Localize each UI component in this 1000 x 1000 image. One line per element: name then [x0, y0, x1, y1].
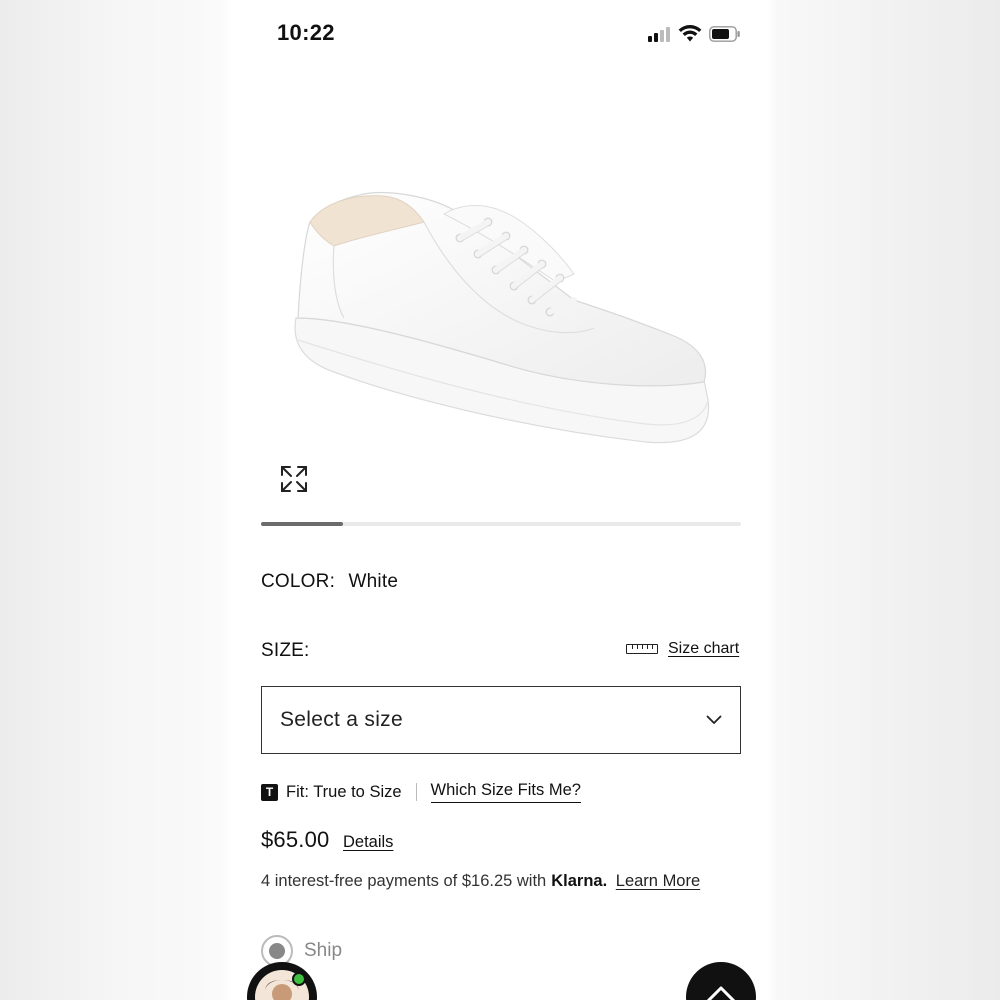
- chevron-down-icon: [706, 715, 722, 724]
- price-details-link[interactable]: Details: [343, 833, 393, 852]
- klarna-installments: 4 interest-free payments of $16.25 with K…: [261, 872, 700, 891]
- color-label: COLOR:: [261, 571, 336, 592]
- carousel-progress-fill: [261, 522, 343, 526]
- klarna-logo: Klarna.: [551, 872, 608, 890]
- chevron-up-icon: [706, 986, 736, 1000]
- product-price: $65.00: [261, 827, 330, 852]
- phone-screen: 10:22 COLOR: White SIZE: Size chart Sele…: [234, 0, 768, 1000]
- status-bar: 10:22: [234, 0, 768, 70]
- wifi-icon: [678, 25, 702, 42]
- status-time: 10:22: [277, 20, 335, 45]
- size-label: SIZE:: [261, 640, 310, 661]
- ruler-icon: [626, 644, 658, 654]
- agent-avatar-icon: [255, 970, 309, 1000]
- fit-info: T Fit: True to Size Which Size Fits Me?: [261, 781, 581, 803]
- fit-text: Fit: True to Size: [286, 782, 402, 801]
- ship-label[interactable]: Ship: [304, 940, 342, 962]
- klarna-learn-more-link[interactable]: Learn More: [616, 872, 700, 890]
- chat-agent-avatar[interactable]: [247, 962, 317, 1000]
- sneaker-product-image[interactable]: [274, 150, 734, 480]
- color-selection: COLOR: White: [261, 571, 398, 593]
- size-chart-link[interactable]: Size chart: [626, 640, 739, 658]
- image-carousel-progress[interactable]: [261, 522, 741, 526]
- color-value: White: [348, 571, 399, 592]
- size-select-dropdown[interactable]: Select a size: [261, 686, 741, 754]
- cellular-signal-icon: [648, 26, 672, 42]
- expand-image-icon[interactable]: [279, 464, 309, 494]
- scroll-to-top-button[interactable]: [686, 962, 756, 1000]
- size-select-placeholder: Select a size: [280, 708, 403, 731]
- which-size-fits-link[interactable]: Which Size Fits Me?: [430, 781, 581, 803]
- size-chart-label: Size chart: [668, 640, 740, 657]
- true-fit-logo-icon: T: [261, 783, 278, 801]
- battery-icon: [709, 26, 740, 42]
- fit-divider: [415, 783, 417, 801]
- online-status-indicator: [292, 972, 306, 986]
- klarna-text: 4 interest-free payments of $16.25 with: [261, 872, 547, 890]
